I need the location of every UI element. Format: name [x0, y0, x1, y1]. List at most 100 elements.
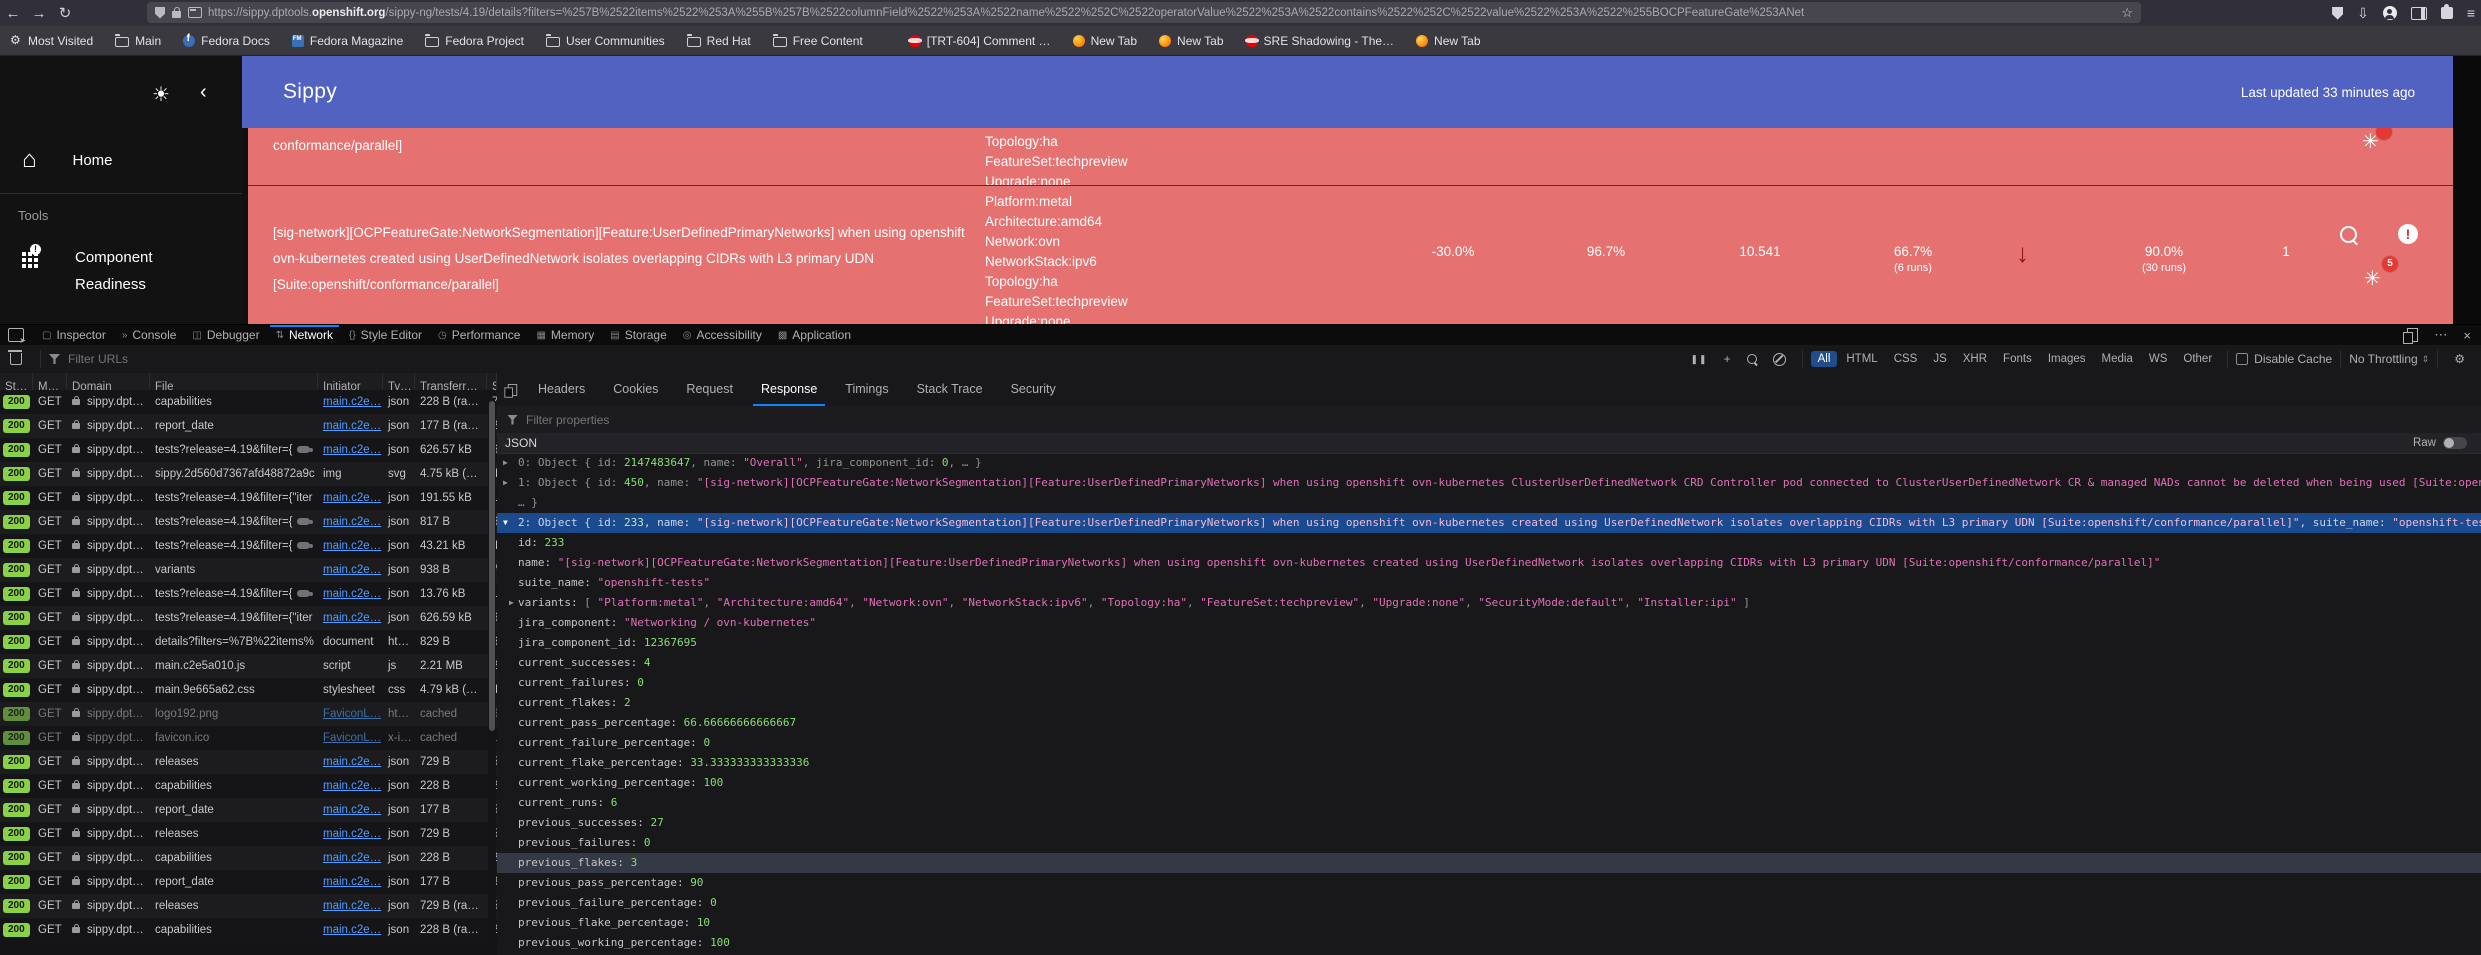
- block-requests-icon[interactable]: [1772, 352, 1786, 366]
- filter-pill-css[interactable]: CSS: [1887, 351, 1925, 367]
- request-row[interactable]: 200 GET sippy.dpt… report_date main.c2e… json…: [0, 798, 497, 822]
- bookmark-item[interactable]: New Tab: [1416, 34, 1481, 48]
- url-bar[interactable]: https://sippy.dptools.openshift.org/sipp…: [147, 2, 2141, 23]
- sidebar-item-component-readiness[interactable]: Component Readiness: [75, 244, 153, 298]
- devtools-tab-storage[interactable]: ▤ Storage: [602, 325, 674, 345]
- theme-toggle-icon[interactable]: ☀: [152, 82, 170, 107]
- json-tree-row[interactable]: ▼ 2: Object { id: 233, name: "[sig-networ…: [497, 513, 2481, 533]
- details-tab-headers[interactable]: Headers: [524, 373, 599, 406]
- initiator-cell[interactable]: main.c2e…: [318, 486, 383, 510]
- json-tree-row[interactable]: current_successes: 4: [497, 653, 2481, 673]
- devtools-tab-application[interactable]: ▩ Application: [770, 325, 859, 345]
- expanded-arrow-icon[interactable]: ▼: [503, 513, 508, 533]
- reload-icon[interactable]: ↻: [52, 4, 78, 22]
- split-panel-icon[interactable]: [504, 383, 518, 398]
- request-row[interactable]: 200 GET sippy.dpt… tests?release=4.19&filte…: [0, 582, 497, 606]
- request-row[interactable]: 200 GET sippy.dpt… main.9e665a62.css stylesh…: [0, 678, 497, 702]
- initiator-cell[interactable]: main.c2e…: [318, 606, 383, 630]
- json-tree-row[interactable]: suite_name: "openshift-tests": [497, 573, 2481, 593]
- sidebar-toggle-icon[interactable]: [2410, 6, 2427, 20]
- details-tab-timings[interactable]: Timings: [831, 373, 902, 406]
- request-row[interactable]: 200 GET sippy.dpt… logo192.png FaviconL… ht… c…: [0, 702, 497, 726]
- json-tree-row[interactable]: name: "[sig-network][OCPFeatureGate:Netw…: [497, 553, 2481, 573]
- devtools-tab-console[interactable]: » Console: [114, 325, 185, 345]
- request-row[interactable]: 200 GET sippy.dpt… tests?release=4.19&filte…: [0, 534, 497, 558]
- bookmark-item[interactable]: User Communities: [545, 34, 665, 48]
- search-icon[interactable]: [2340, 226, 2357, 243]
- initiator-cell[interactable]: main.c2e…: [318, 918, 383, 942]
- initiator-cell[interactable]: main.c2e…: [318, 894, 383, 918]
- json-tree-row[interactable]: current_pass_percentage: 66.666666666666…: [497, 713, 2481, 733]
- details-tab-request[interactable]: Request: [672, 373, 747, 406]
- request-row[interactable]: 200 GET sippy.dpt… capabilities main.c2e… jso…: [0, 774, 497, 798]
- responsive-design-icon[interactable]: [2403, 328, 2419, 344]
- request-row[interactable]: 200 GET sippy.dpt… sippy.2d560d7367afd48872…: [0, 462, 497, 486]
- clear-requests-icon[interactable]: [8, 350, 22, 365]
- json-tree-row[interactable]: ▶ 0: Object { id: 2147483647, name: "Over…: [497, 453, 2481, 473]
- element-picker-icon[interactable]: [8, 328, 26, 345]
- filter-properties-input[interactable]: Filter properties: [526, 413, 609, 427]
- json-tree-row[interactable]: ▶ variants: [ "Platform:metal", "Architec…: [497, 593, 2481, 613]
- json-tree-row[interactable]: current_flake_percentage: 33.33333333333…: [497, 753, 2481, 773]
- filter-pill-fonts[interactable]: Fonts: [1996, 351, 2039, 367]
- collapsed-arrow-icon[interactable]: ▶: [509, 593, 514, 613]
- request-list-scrollbar[interactable]: [488, 401, 496, 955]
- request-row[interactable]: 200 GET sippy.dpt… releases main.c2e… json 729…: [0, 750, 497, 774]
- bookmark-item[interactable]: SRE Shadowing - The…: [1244, 34, 1394, 48]
- request-row[interactable]: 200 GET sippy.dpt… report_date main.c2e… json…: [0, 870, 497, 894]
- json-tree-row[interactable]: previous_working_percentage: 100: [497, 933, 2481, 953]
- search-requests-icon[interactable]: [1746, 354, 1757, 364]
- json-tree-row[interactable]: jira_component: "Networking / ovn-kubern…: [497, 613, 2481, 633]
- details-tab-stack-trace[interactable]: Stack Trace: [903, 373, 997, 406]
- filter-pill-all[interactable]: All: [1810, 351, 1838, 367]
- json-tree-row[interactable]: current_failures: 0: [497, 673, 2481, 693]
- downloads-icon[interactable]: ⇩: [2357, 5, 2369, 22]
- bookmark-item[interactable]: Free Content: [772, 34, 863, 48]
- test-row[interactable]: [sig-network][OCPFeatureGate:NetworkSegm…: [248, 186, 2453, 324]
- account-icon[interactable]: [2382, 6, 2397, 20]
- json-tree-row[interactable]: jira_component_id: 12367695: [497, 633, 2481, 653]
- collapse-sidebar-icon[interactable]: ‹: [200, 81, 207, 104]
- details-tab-cookies[interactable]: Cookies: [599, 373, 672, 406]
- devtools-tab-accessibility[interactable]: ◎ Accessibility: [675, 325, 770, 345]
- disable-cache-checkbox[interactable]: [2236, 353, 2249, 365]
- request-row[interactable]: 200 GET sippy.dpt… releases main.c2e… json 729…: [0, 894, 497, 918]
- json-tree-row[interactable]: … }: [497, 493, 2481, 513]
- bookmark-item[interactable]: Main: [115, 34, 161, 48]
- bookmark-item[interactable]: Fedora Project: [425, 34, 524, 48]
- json-tree-row[interactable]: current_failure_percentage: 0: [497, 733, 2481, 753]
- filter-urls-input[interactable]: Filter URLs: [68, 352, 128, 366]
- protections-icon[interactable]: [2332, 6, 2344, 20]
- devtools-tab-inspector[interactable]: ▢ Inspector: [34, 325, 114, 345]
- bookmark-item[interactable]: Fedora Magazine: [291, 34, 403, 48]
- json-tree-row[interactable]: ▶ 1: Object { id: 450, name: "[sig-networ…: [497, 473, 2481, 493]
- json-tree-row[interactable]: current_runs: 6: [497, 793, 2481, 813]
- request-row[interactable]: 200 GET sippy.dpt… capabilities main.c2e… jso…: [0, 390, 497, 414]
- json-tree-row[interactable]: previous_pass_percentage: 90: [497, 873, 2481, 893]
- json-tree-row[interactable]: current_working_percentage: 100: [497, 773, 2481, 793]
- json-tree-row[interactable]: previous_failure_percentage: 0: [497, 893, 2481, 913]
- devtools-tab-debugger[interactable]: ◫ Debugger: [184, 325, 267, 345]
- initiator-cell[interactable]: main.c2e…: [318, 798, 383, 822]
- details-tab-response[interactable]: Response: [747, 373, 831, 406]
- bookmark-item[interactable]: Most Visited: [10, 33, 93, 48]
- initiator-cell[interactable]: main.c2e…: [318, 582, 383, 606]
- collapsed-arrow-icon[interactable]: ▶: [503, 473, 508, 493]
- filter-pill-js[interactable]: JS: [1926, 351, 1953, 367]
- request-row[interactable]: 200 GET sippy.dpt… main.c2e5a010.js script js…: [0, 654, 497, 678]
- filter-pill-html[interactable]: HTML: [1839, 351, 1884, 367]
- bookmark-star-icon[interactable]: ☆: [2121, 5, 2133, 21]
- request-row[interactable]: 200 GET sippy.dpt… tests?release=4.19&filte…: [0, 606, 497, 630]
- network-settings-icon[interactable]: ⚙: [2454, 352, 2465, 366]
- initiator-cell[interactable]: main.c2e…: [318, 558, 383, 582]
- initiator-cell[interactable]: main.c2e…: [318, 510, 383, 534]
- bookmark-item[interactable]: [TRT-604] Comment …: [907, 34, 1051, 48]
- lock-icon[interactable]: [172, 6, 181, 18]
- extensions-icon[interactable]: [2440, 4, 2453, 19]
- json-tree-row[interactable]: previous_flakes: 3: [497, 853, 2481, 873]
- throttling-select[interactable]: No Throttling: [2349, 352, 2417, 366]
- request-row[interactable]: 200 GET sippy.dpt… report_date main.c2e… json…: [0, 414, 497, 438]
- initiator-cell[interactable]: main.c2e…: [318, 822, 383, 846]
- back-icon[interactable]: ←: [0, 5, 26, 22]
- pause-icon[interactable]: ❚❚: [1690, 354, 1707, 365]
